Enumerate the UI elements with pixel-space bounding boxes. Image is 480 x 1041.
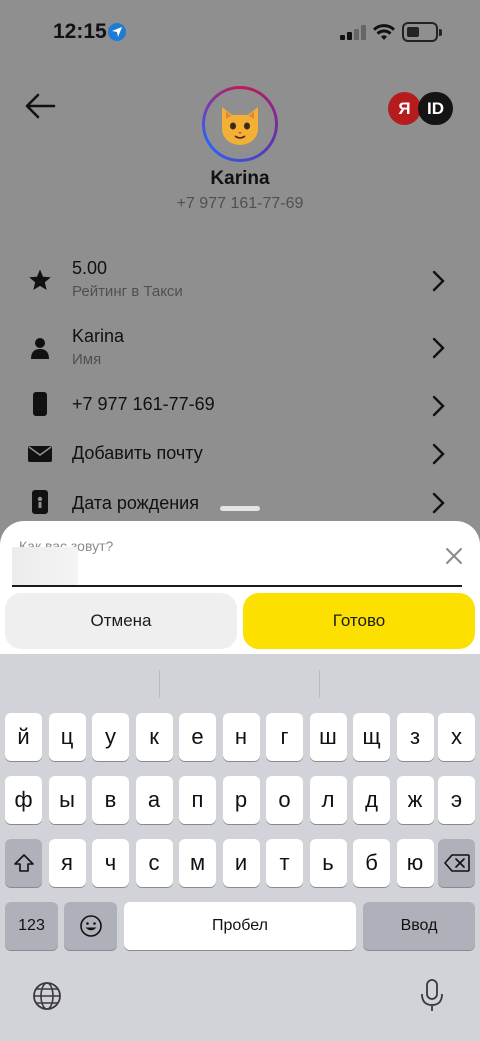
- globe-icon[interactable]: [32, 981, 62, 1011]
- calendar-icon: [32, 490, 48, 514]
- key[interactable]: н: [222, 713, 260, 761]
- emoji-icon: [79, 915, 102, 937]
- key[interactable]: к: [135, 713, 173, 761]
- key[interactable]: д: [353, 776, 390, 824]
- wifi-icon: [373, 24, 395, 40]
- yandex-id-badge[interactable]: Я ID: [388, 92, 454, 126]
- shift-key[interactable]: [5, 839, 42, 887]
- chevron-right-icon: [432, 337, 445, 359]
- chevron-right-icon: [432, 395, 445, 417]
- key[interactable]: я: [48, 839, 86, 887]
- key[interactable]: м: [179, 839, 216, 887]
- cat-face-icon: [222, 107, 258, 145]
- key[interactable]: й: [5, 713, 42, 761]
- key[interactable]: з: [396, 713, 434, 761]
- backspace-icon: [443, 854, 470, 872]
- key[interactable]: ы: [48, 776, 86, 824]
- avatar[interactable]: [202, 86, 278, 162]
- phone-value: +7 977 161-77-69: [72, 394, 215, 414]
- sheet-grabber[interactable]: [220, 506, 260, 511]
- mail-icon: [28, 446, 52, 462]
- key[interactable]: п: [179, 776, 216, 824]
- suggestion-divider: [159, 670, 160, 698]
- chevron-right-icon: [432, 492, 445, 514]
- key[interactable]: у: [92, 713, 129, 761]
- location-arrow-icon: [108, 23, 126, 41]
- key[interactable]: ж: [396, 776, 434, 824]
- return-key[interactable]: Ввод: [363, 902, 475, 950]
- status-time: 12:15: [53, 20, 107, 43]
- key[interactable]: ч: [92, 839, 129, 887]
- key[interactable]: ь: [309, 839, 347, 887]
- clear-icon[interactable]: [444, 546, 464, 566]
- profile-name: Karina: [210, 168, 270, 189]
- name-input[interactable]: [12, 545, 462, 587]
- rating-row[interactable]: 5.00 Рейтинг в Такси: [0, 252, 480, 312]
- email-value: Добавить почту: [72, 443, 203, 463]
- star-icon: [29, 269, 51, 290]
- chevron-right-icon: [432, 270, 445, 292]
- key[interactable]: и: [222, 839, 260, 887]
- key[interactable]: г: [266, 713, 303, 761]
- key[interactable]: щ: [353, 713, 390, 761]
- name-label: Имя: [72, 351, 102, 368]
- profile-phone: +7 977 161-77-69: [176, 195, 304, 212]
- yandex-logo: Я: [388, 92, 421, 125]
- key[interactable]: т: [266, 839, 303, 887]
- key[interactable]: с: [135, 839, 173, 887]
- key[interactable]: ш: [309, 713, 347, 761]
- profile-screen: 12:15 Я ID Karina +7 977 161-77-69 5.00 …: [0, 0, 480, 560]
- status-bar: 12:15: [0, 0, 480, 64]
- space-key[interactable]: Пробел: [124, 902, 356, 950]
- rating-value: 5.00: [72, 258, 108, 278]
- back-arrow-icon[interactable]: [24, 92, 56, 120]
- key[interactable]: ц: [48, 713, 86, 761]
- name-row[interactable]: Karina Имя: [0, 318, 480, 378]
- key[interactable]: э: [438, 776, 475, 824]
- person-icon: [31, 338, 49, 359]
- id-label: ID: [418, 92, 453, 125]
- cellular-signal-icon: [340, 25, 366, 40]
- birthday-value: Дата рождения: [72, 493, 199, 513]
- chevron-right-icon: [432, 443, 445, 465]
- name-value: Karina: [72, 326, 125, 346]
- backspace-key[interactable]: [438, 839, 475, 887]
- battery-icon: [402, 22, 442, 42]
- microphone-icon[interactable]: [420, 979, 444, 1013]
- key[interactable]: х: [438, 713, 475, 761]
- key[interactable]: р: [222, 776, 260, 824]
- key[interactable]: ф: [5, 776, 42, 824]
- phone-icon: [33, 392, 47, 416]
- done-button[interactable]: Готово: [243, 593, 475, 649]
- key[interactable]: а: [135, 776, 173, 824]
- key[interactable]: в: [92, 776, 129, 824]
- key[interactable]: о: [266, 776, 303, 824]
- suggestion-divider: [319, 670, 320, 698]
- cancel-button[interactable]: Отмена: [5, 593, 237, 649]
- key[interactable]: л: [309, 776, 347, 824]
- key[interactable]: е: [179, 713, 216, 761]
- rating-label: Рейтинг в Такси: [72, 283, 183, 300]
- numbers-key[interactable]: 123: [5, 902, 58, 950]
- emoji-key[interactable]: [64, 902, 117, 950]
- key[interactable]: б: [353, 839, 390, 887]
- shift-icon: [13, 854, 34, 872]
- key[interactable]: ю: [396, 839, 434, 887]
